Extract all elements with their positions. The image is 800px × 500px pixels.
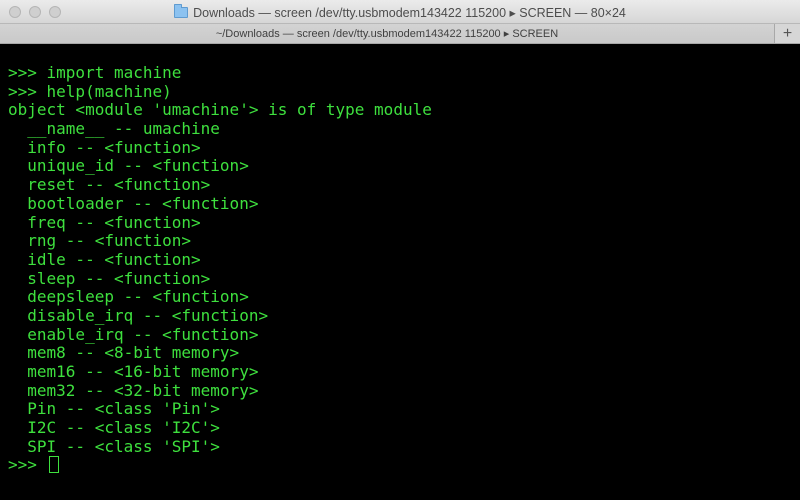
- title-bar[interactable]: Downloads — screen /dev/tty.usbmodem1434…: [0, 0, 800, 24]
- window-title: Downloads — screen /dev/tty.usbmodem1434…: [193, 5, 626, 20]
- terminal-line: SPI -- <class 'SPI'>: [8, 436, 220, 456]
- terminal-line: mem32 -- <32-bit memory>: [8, 380, 259, 400]
- terminal-line: sleep -- <function>: [8, 268, 211, 288]
- terminal-line: freq -- <function>: [8, 212, 201, 232]
- terminal-line: Pin -- <class 'Pin'>: [8, 399, 220, 419]
- terminal-line: >>> help(machine): [8, 81, 172, 101]
- terminal-line: disable_irq -- <function>: [8, 305, 269, 325]
- terminal-output[interactable]: >>> import machine >>> help(machine) obj…: [0, 44, 800, 500]
- tab-screen-session[interactable]: ~/Downloads — screen /dev/tty.usbmodem14…: [0, 24, 774, 43]
- terminal-line: mem16 -- <16-bit memory>: [8, 362, 259, 381]
- tab-bar: ~/Downloads — screen /dev/tty.usbmodem14…: [0, 24, 800, 44]
- terminal-line: mem8 -- <8-bit memory>: [8, 343, 240, 363]
- prompt-line[interactable]: >>>: [8, 456, 800, 475]
- terminal-line: object <module 'umachine'> is of type mo…: [8, 100, 432, 120]
- terminal-line: info -- <function>: [8, 137, 201, 157]
- terminal-line: rng -- <function>: [8, 231, 192, 251]
- terminal-line: unique_id -- <function>: [8, 156, 249, 176]
- terminal-line: idle -- <function>: [8, 249, 201, 269]
- terminal-line: bootloader -- <function>: [8, 193, 259, 213]
- terminal-line: reset -- <function>: [8, 175, 211, 195]
- tab-label: ~/Downloads — screen /dev/tty.usbmodem14…: [215, 28, 559, 40]
- prompt: >>>: [8, 455, 47, 475]
- terminal-line: __name__ -- umachine: [8, 119, 220, 139]
- plus-icon: +: [782, 24, 793, 42]
- folder-icon: [174, 3, 189, 18]
- terminal-line: deepsleep -- <function>: [8, 287, 249, 307]
- new-tab-button[interactable]: +: [774, 24, 800, 43]
- text-cursor: [48, 456, 59, 474]
- window-title-area: Downloads — screen /dev/tty.usbmodem1434…: [0, 0, 800, 24]
- terminal-line: I2C -- <class 'I2C'>: [8, 418, 220, 438]
- terminal-window: Downloads — screen /dev/tty.usbmodem1434…: [0, 0, 800, 500]
- terminal-line: enable_irq -- <function>: [8, 324, 259, 344]
- terminal-line: >>> import machine: [8, 63, 182, 82]
